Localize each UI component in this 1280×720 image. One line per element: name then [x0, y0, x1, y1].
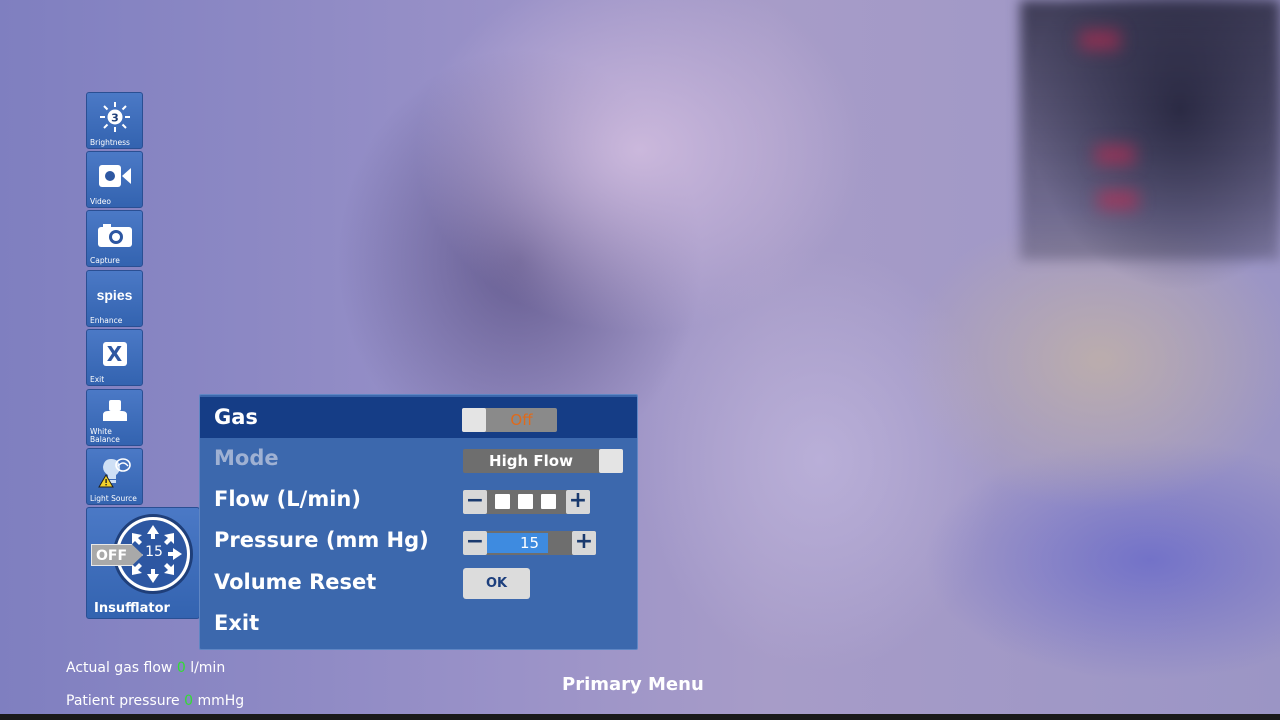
- flow-row[interactable]: Flow (L/min) − +: [200, 479, 637, 520]
- flow-decrease-button[interactable]: −: [463, 490, 487, 514]
- brightness-label: Brightness: [90, 138, 130, 147]
- pressure-decrease-button[interactable]: −: [463, 531, 487, 555]
- insufflator-button[interactable]: OFF 15 Insufflator: [86, 507, 200, 619]
- brightness-button[interactable]: 3 Brightness: [86, 92, 143, 149]
- primary-menu-title: Primary Menu: [562, 674, 704, 695]
- pressure-row[interactable]: Pressure (mm Hg) − 15 +: [200, 520, 637, 561]
- mode-selector[interactable]: High Flow: [463, 449, 623, 473]
- volume-reset-ok-button[interactable]: OK: [463, 568, 530, 599]
- mode-selector-knob: [599, 449, 623, 473]
- exit-button[interactable]: X Exit: [86, 329, 143, 386]
- feed-light-reflection: [1098, 190, 1138, 210]
- gas-flow-value: 0: [176, 660, 186, 676]
- mode-value: High Flow: [489, 452, 573, 470]
- bottom-border: [0, 714, 1280, 720]
- pressure-increase-button[interactable]: +: [572, 531, 596, 555]
- exit-row[interactable]: Exit: [200, 603, 637, 644]
- exit-menu-label: Exit: [214, 611, 260, 635]
- capture-button[interactable]: Capture: [86, 210, 143, 267]
- light-source-button[interactable]: Light Source: [86, 448, 143, 505]
- patient-pressure-label: Patient pressure: [66, 693, 180, 709]
- close-glyph: X: [102, 342, 127, 366]
- flow-stepper[interactable]: − +: [463, 490, 590, 514]
- pressure-value: 15: [519, 534, 540, 552]
- gas-toggle[interactable]: Off: [462, 408, 557, 432]
- mode-label: Mode: [214, 446, 279, 470]
- spies-icon: spies: [97, 279, 133, 311]
- flow-level-segment: [518, 494, 533, 509]
- insufflator-pressure-value: 15: [145, 544, 163, 560]
- gas-toggle-value: Off: [510, 411, 533, 429]
- feed-light-reflection: [1095, 145, 1135, 165]
- gas-label: Gas: [214, 405, 258, 429]
- light-source-label: Light Source: [90, 494, 137, 503]
- video-label: Video: [90, 197, 112, 206]
- mode-row[interactable]: Mode High Flow: [200, 438, 637, 479]
- volume-reset-label: Volume Reset: [214, 570, 377, 594]
- white-balance-button[interactable]: White Balance: [86, 389, 143, 446]
- white-balance-icon: [97, 395, 133, 427]
- gas-row[interactable]: Gas Off: [200, 397, 637, 438]
- patient-pressure-value: 0: [184, 693, 194, 709]
- brightness-icon: 3: [97, 101, 133, 133]
- flow-level-segment: [541, 494, 556, 509]
- video-camera-icon: [97, 160, 133, 192]
- video-button[interactable]: Video: [86, 151, 143, 208]
- close-icon: X: [97, 338, 133, 370]
- white-balance-label: White Balance: [90, 428, 120, 444]
- gas-toggle-knob: [462, 408, 486, 432]
- camera-icon: [97, 219, 133, 251]
- insufflator-label: Insufflator: [94, 601, 170, 616]
- gas-flow-label: Actual gas flow: [66, 660, 173, 676]
- volume-reset-row[interactable]: Volume Reset OK: [200, 562, 637, 603]
- flow-increase-button[interactable]: +: [566, 490, 590, 514]
- enhance-label: Enhance: [90, 316, 123, 325]
- insufflator-menu-panel: Gas Off Mode High Flow Flow (L/min) − + …: [199, 394, 638, 650]
- light-source-icon: [97, 457, 133, 489]
- exit-label: Exit: [90, 375, 105, 384]
- white-balance-label-line2: Balance: [90, 435, 120, 444]
- feed-light-reflection: [1080, 30, 1120, 50]
- feed-dark-region: [1020, 0, 1280, 260]
- patient-pressure-status: Patient pressure 0 mmHg: [66, 693, 244, 709]
- flow-label: Flow (L/min): [214, 487, 361, 511]
- patient-pressure-unit: mmHg: [197, 693, 245, 709]
- gas-flow-status: Actual gas flow 0 l/min: [66, 660, 225, 676]
- gas-flow-unit: l/min: [190, 660, 226, 676]
- pressure-label: Pressure (mm Hg): [214, 528, 429, 552]
- spies-logo-text: spies: [96, 287, 133, 303]
- capture-label: Capture: [90, 256, 120, 265]
- enhance-button[interactable]: spies Enhance: [86, 270, 143, 327]
- brightness-level: 3: [111, 112, 119, 125]
- flow-level-segment: [495, 494, 510, 509]
- pressure-stepper[interactable]: − 15 +: [463, 531, 596, 555]
